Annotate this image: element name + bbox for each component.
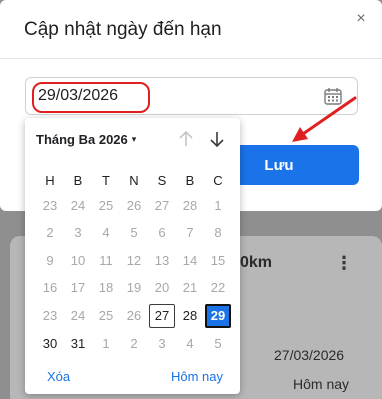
background-due-date: 27/03/2026 (274, 347, 345, 363)
calendar-day[interactable]: 2 (121, 332, 147, 356)
calendar-day[interactable]: 24 (65, 194, 91, 218)
calendar-day[interactable]: 5 (121, 221, 147, 245)
month-year-selector[interactable]: Tháng Ba 2026 ▾ (36, 132, 136, 147)
weekday-label: S (157, 173, 167, 188)
calendar-day[interactable]: 17 (65, 276, 91, 300)
weekday-label: H (45, 173, 55, 188)
calendar-day[interactable]: 21 (177, 276, 203, 300)
calendar-day[interactable]: 23 (37, 304, 63, 328)
calendar-day[interactable]: 5 (205, 332, 231, 356)
calendar-day[interactable]: 26 (121, 304, 147, 328)
calendar-day[interactable]: 6 (149, 221, 175, 245)
due-date-value[interactable]: 29/03/2026 (38, 87, 118, 105)
month-year-label[interactable]: Tháng Ba 2026 (36, 132, 128, 147)
calendar-day[interactable]: 16 (37, 276, 63, 300)
calendar-day[interactable]: 7 (177, 221, 203, 245)
calendar-day[interactable]: 3 (65, 221, 91, 245)
weekday-label: B (73, 173, 83, 188)
kebab-menu-icon: ⋮ (335, 253, 353, 273)
calendar-day[interactable]: 30 (37, 332, 63, 356)
calendar-day[interactable]: 31 (65, 332, 91, 356)
calendar-day[interactable]: 12 (121, 249, 147, 273)
calendar-day[interactable]: 1 (93, 332, 119, 356)
background-card-title: 0km (240, 254, 273, 271)
arrow-down-icon[interactable] (206, 128, 228, 150)
due-date-input[interactable]: 29/03/2026 (25, 77, 358, 115)
calendar-day[interactable]: 14 (177, 249, 203, 273)
date-picker-popup: Tháng Ba 2026 ▾ HBTNSBC 23 24 25 26 27 28 1 2 3 4… (25, 118, 240, 394)
calendar-day[interactable]: 24 (65, 304, 91, 328)
calendar-day[interactable]: 28 (177, 304, 203, 328)
calendar-day[interactable]: 27 (149, 304, 175, 328)
calendar-day[interactable]: 9 (37, 249, 63, 273)
calendar-day[interactable]: 4 (177, 332, 203, 356)
calendar-day[interactable]: 4 (93, 221, 119, 245)
dialog-title: Cập nhật ngày đến hạn (24, 19, 222, 40)
calendar-day[interactable]: 20 (149, 276, 175, 300)
calendar-day[interactable]: 3 (149, 332, 175, 356)
calendar-day[interactable]: 26 (121, 194, 147, 218)
weekday-label: T (102, 173, 110, 188)
calendar-icon[interactable] (323, 86, 343, 106)
calendar-day[interactable]: 1 (205, 194, 231, 218)
calendar-day[interactable]: 25 (93, 304, 119, 328)
calendar-day[interactable]: 19 (121, 276, 147, 300)
selected-day[interactable]: 29 (205, 304, 231, 328)
calendar-day[interactable]: 25 (93, 194, 119, 218)
calendar-day[interactable]: 11 (93, 249, 119, 273)
today-button[interactable]: Hôm nay (171, 369, 223, 384)
calendar-day[interactable]: 15 (205, 249, 231, 273)
calendar-day[interactable]: 28 (177, 194, 203, 218)
calendar-day[interactable]: 13 (149, 249, 175, 273)
background-today-label: Hôm nay (293, 376, 350, 392)
weekday-label: C (213, 173, 223, 188)
calendar-day[interactable]: 23 (37, 194, 63, 218)
calendar-day[interactable]: 8 (205, 221, 231, 245)
weekday-label: N (129, 173, 139, 188)
calendar-day[interactable]: 2 (37, 221, 63, 245)
calendar-day[interactable]: 22 (205, 276, 231, 300)
arrow-up-icon[interactable] (175, 128, 197, 150)
caret-down-icon[interactable]: ▾ (132, 134, 137, 145)
close-icon[interactable]: × (352, 10, 370, 28)
calendar-day[interactable]: 27 (149, 194, 175, 218)
header-divider (0, 58, 382, 59)
calendar-day[interactable]: 18 (93, 276, 119, 300)
clear-button[interactable]: Xóa (47, 369, 70, 384)
calendar-day[interactable]: 10 (65, 249, 91, 273)
weekday-label: B (185, 173, 195, 188)
